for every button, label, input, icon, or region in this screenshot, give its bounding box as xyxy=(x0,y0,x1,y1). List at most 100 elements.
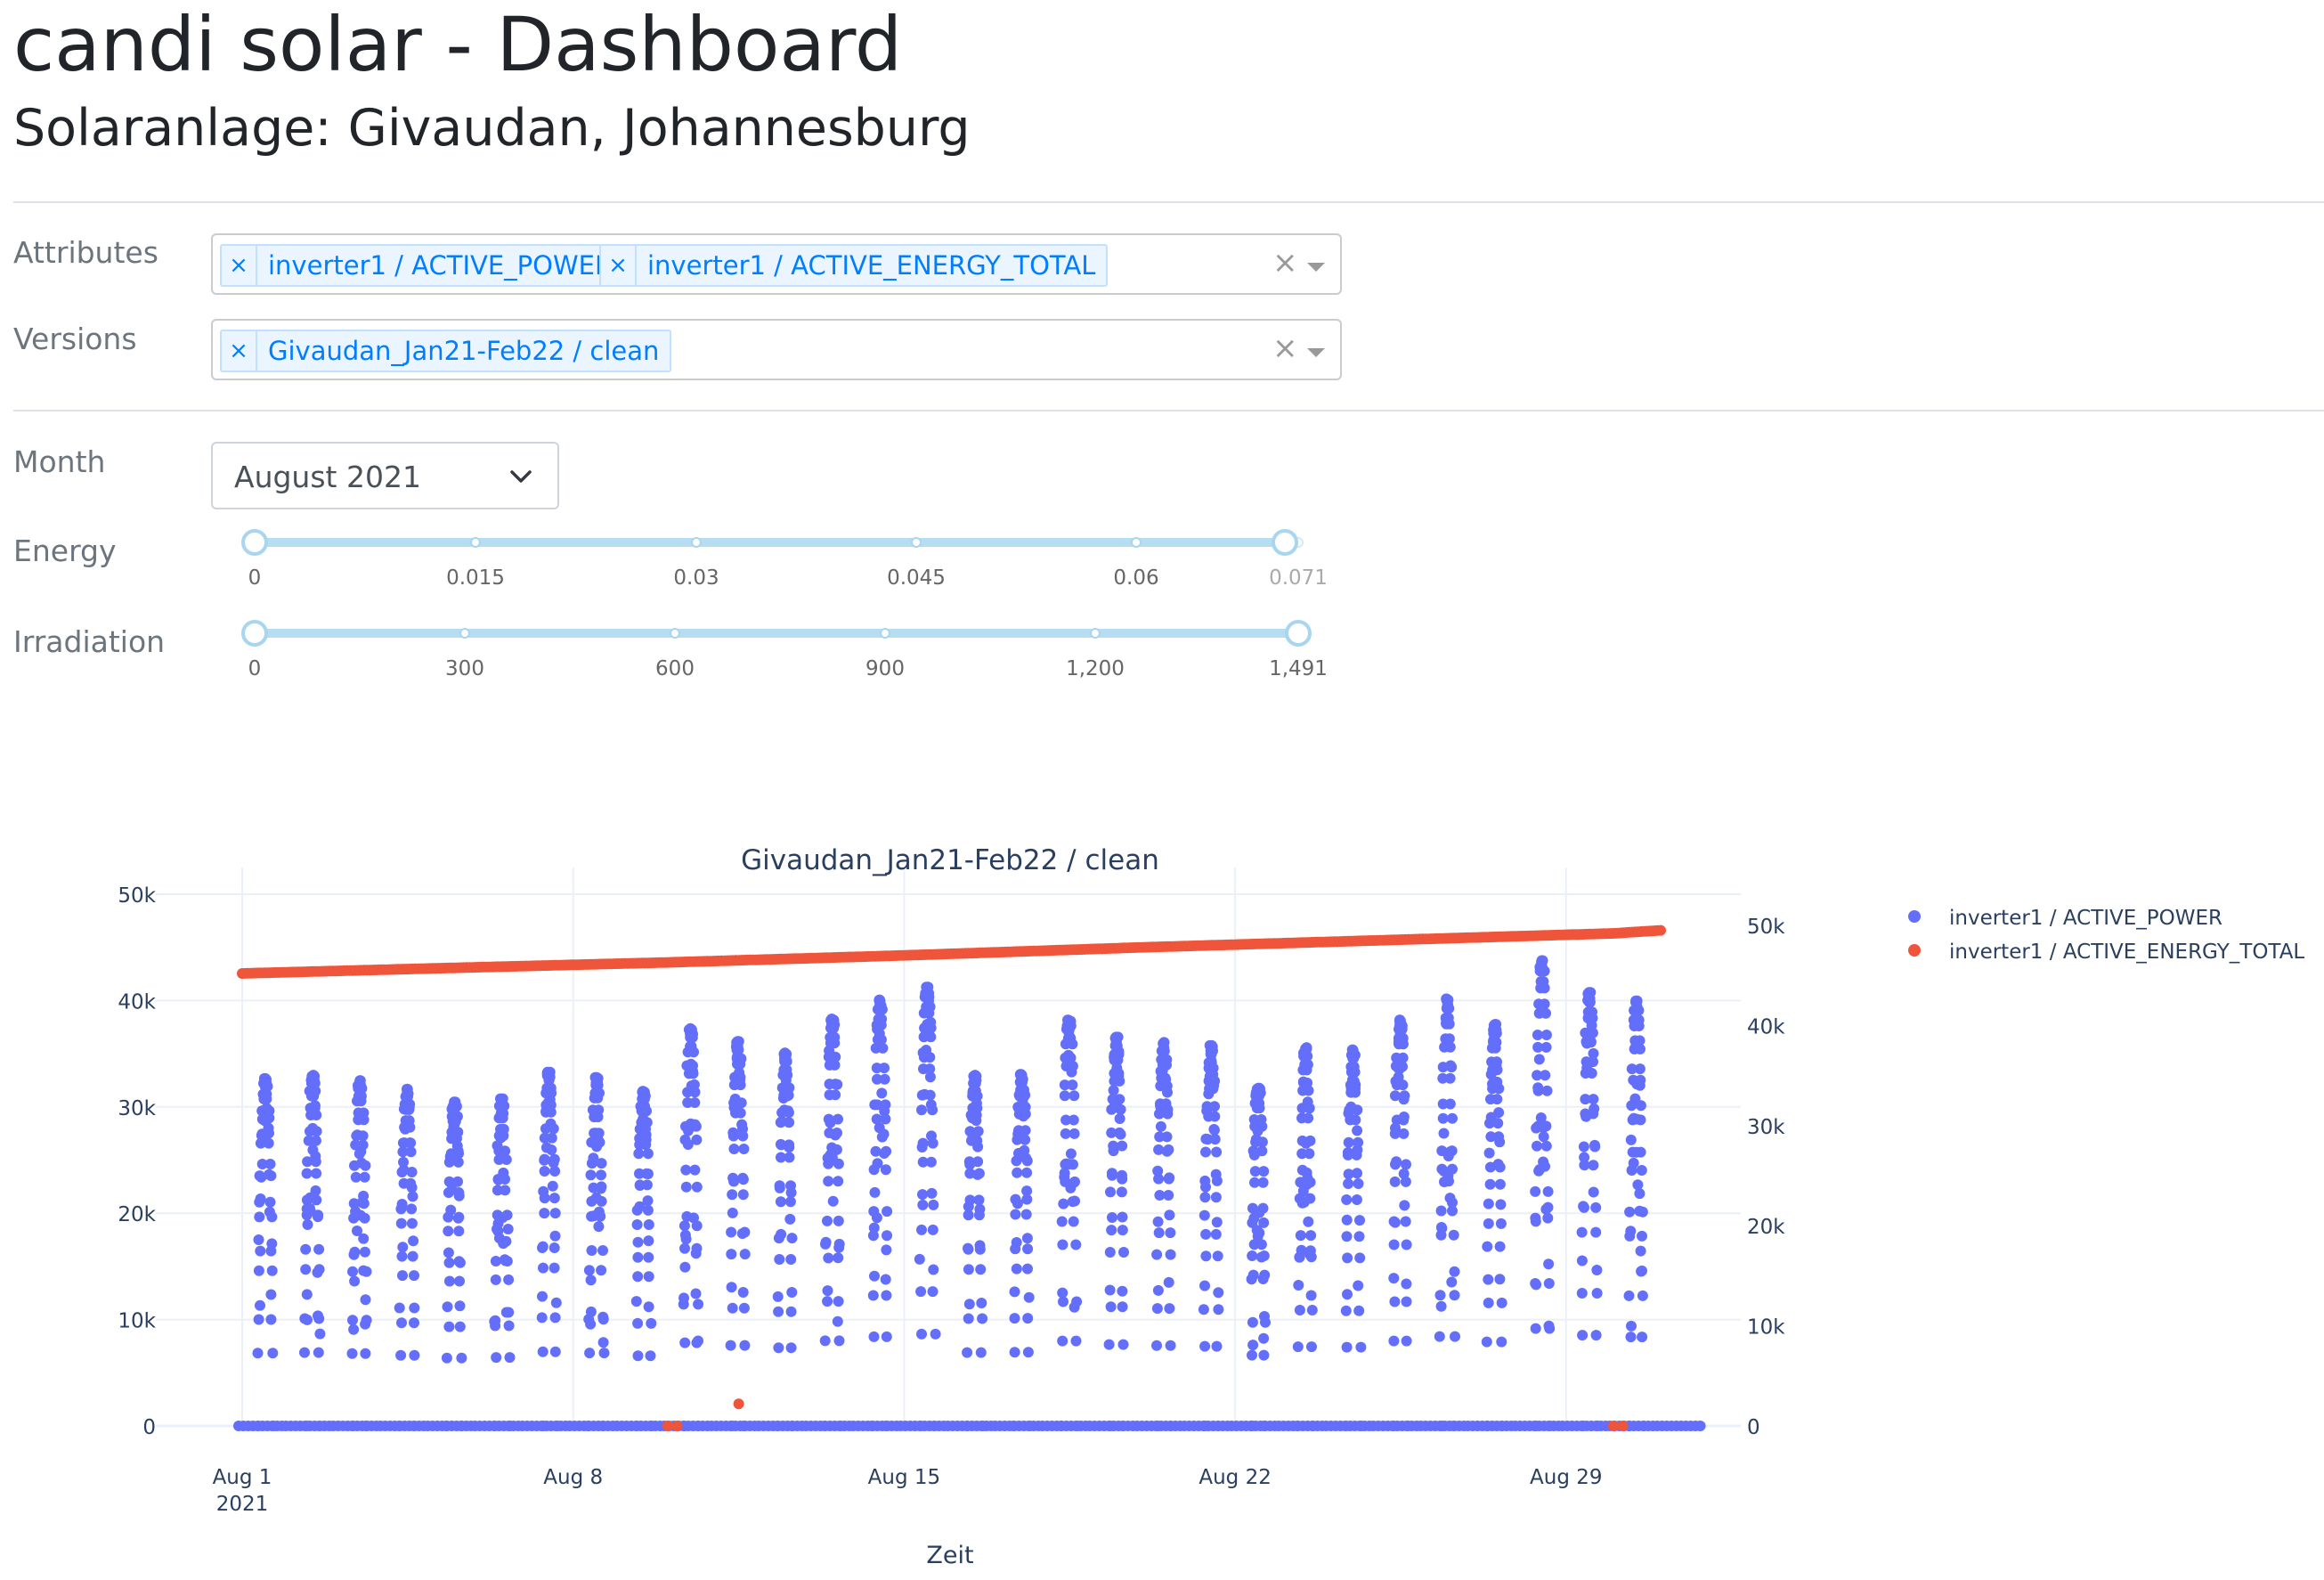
data-point-power xyxy=(313,1243,325,1255)
tag-label: inverter1 / ACTIVE_POWER xyxy=(268,250,614,281)
data-point-power xyxy=(1389,1176,1401,1187)
data-point-power xyxy=(1540,1070,1551,1081)
y-tick-label: 20k xyxy=(118,1203,156,1226)
data-point-power xyxy=(833,1238,845,1250)
data-point-power xyxy=(1057,1287,1069,1299)
data-point-power xyxy=(268,1421,280,1431)
data-point-power xyxy=(253,1265,264,1276)
data-point-power xyxy=(1200,1181,1211,1193)
data-point-power xyxy=(1494,1178,1506,1190)
data-point-power xyxy=(1591,1288,1603,1299)
slider-handle-min[interactable] xyxy=(241,620,268,647)
data-point-power xyxy=(725,1340,736,1351)
data-point-power xyxy=(442,1301,453,1313)
data-point-power xyxy=(1491,1028,1502,1039)
data-point-power xyxy=(1544,1323,1556,1334)
data-point-power xyxy=(1021,1167,1033,1178)
chart-legend[interactable]: inverter1 / ACTIVE_POWER inverter1 / ACT… xyxy=(1908,907,2304,964)
data-point-power xyxy=(1576,1255,1588,1266)
data-point-power xyxy=(640,1123,651,1135)
data-point-power xyxy=(632,1271,644,1283)
slider-handle-max[interactable] xyxy=(1272,529,1298,556)
power-day-profile xyxy=(469,1093,524,1431)
data-point-power xyxy=(689,1164,701,1176)
power-day-profile xyxy=(375,1083,429,1431)
data-point-power xyxy=(1399,1090,1410,1102)
x-tick-label: Aug 15 xyxy=(868,1466,941,1489)
data-point-power xyxy=(726,1249,737,1260)
data-point-power xyxy=(347,1421,359,1431)
data-point-power xyxy=(1258,1217,1270,1228)
attributes-multiselect[interactable]: × inverter1 / ACTIVE_POWER × inverter1 /… xyxy=(211,233,1342,295)
data-point-power xyxy=(405,1177,417,1189)
tag-remove-icon[interactable]: × xyxy=(601,246,637,285)
versions-multiselect[interactable]: × Givaudan_Jan21-Feb22 / clean × xyxy=(211,319,1342,380)
data-point-power xyxy=(1542,1185,1554,1197)
data-point-power xyxy=(963,1264,974,1275)
data-point-power xyxy=(679,1220,690,1232)
data-point-power xyxy=(829,1038,841,1049)
data-point-power xyxy=(539,1208,550,1219)
slider-track[interactable] xyxy=(255,538,1298,547)
data-point-power xyxy=(1400,1216,1411,1227)
data-point-power xyxy=(265,1245,277,1257)
data-point-power xyxy=(1152,1216,1164,1227)
data-point-power xyxy=(832,1128,842,1138)
data-point-power xyxy=(1067,1061,1078,1071)
month-label: Month xyxy=(13,444,106,479)
data-point-power xyxy=(876,1087,888,1099)
data-point-power xyxy=(1636,1165,1647,1176)
data-point-power xyxy=(1009,1313,1020,1324)
data-point-power xyxy=(1443,1003,1455,1014)
data-point-power xyxy=(690,1288,702,1299)
caret-down-icon[interactable] xyxy=(1307,348,1325,357)
slider-handle-max[interactable] xyxy=(1285,620,1312,647)
data-point-power xyxy=(1355,1341,1367,1353)
data-point-power xyxy=(359,1212,370,1224)
caret-down-icon[interactable] xyxy=(1307,263,1325,272)
data-point-power xyxy=(1353,1280,1364,1291)
y2-tick-label: 20k xyxy=(1747,1216,1785,1239)
power-day-profile xyxy=(1273,1042,1328,1431)
data-point-power xyxy=(1022,1263,1033,1275)
legend-item-active-energy-total[interactable]: inverter1 / ACTIVE_ENERGY_TOTAL xyxy=(1949,941,2304,964)
data-point-power xyxy=(963,1242,973,1254)
data-point-power xyxy=(500,1185,511,1196)
data-point-power xyxy=(1493,1083,1505,1095)
legend-item-active-power[interactable]: inverter1 / ACTIVE_POWER xyxy=(1949,907,2222,930)
data-point-power xyxy=(786,1233,798,1244)
slider-handle-min[interactable] xyxy=(241,529,268,556)
data-point-power xyxy=(1540,1007,1551,1019)
slider-track[interactable] xyxy=(255,629,1298,638)
data-point-power xyxy=(443,1226,454,1237)
data-point-power xyxy=(1353,1305,1365,1316)
data-point-power xyxy=(868,1222,880,1234)
data-point-power xyxy=(310,1185,321,1196)
data-point-power xyxy=(253,1314,264,1325)
data-point-power xyxy=(1397,1079,1409,1091)
data-point-power xyxy=(1483,1198,1494,1209)
tag-remove-icon[interactable]: × xyxy=(222,331,257,371)
clear-icon[interactable]: × xyxy=(1272,248,1298,278)
data-point-power xyxy=(1694,1421,1706,1431)
data-point-power xyxy=(592,1112,604,1123)
data-point-power xyxy=(786,1287,798,1298)
data-point-power xyxy=(819,1421,831,1431)
data-point-power xyxy=(1341,1214,1353,1226)
data-point-power xyxy=(501,1256,513,1266)
data-point-power xyxy=(1437,1112,1449,1124)
month-dropdown[interactable]: August 2021 xyxy=(211,442,559,509)
data-point-energy xyxy=(1655,924,1666,936)
data-point-power xyxy=(680,1181,692,1193)
data-point-power xyxy=(1492,1118,1504,1129)
data-point-power xyxy=(691,1337,703,1348)
data-point-power xyxy=(456,1421,467,1431)
data-point-power xyxy=(1349,1066,1361,1078)
tag-remove-icon[interactable]: × xyxy=(222,246,257,285)
data-point-power xyxy=(1448,1421,1459,1431)
scatter-chart[interactable]: 0 10k 20k 30k 40k 50k 0 10k 20k 30k 40k 50k Aug 1 Aug… xyxy=(0,837,2324,1580)
clear-icon[interactable]: × xyxy=(1272,333,1298,363)
data-point-power xyxy=(1544,1421,1556,1431)
data-point-power xyxy=(784,1152,795,1163)
data-point-power xyxy=(1484,1178,1496,1190)
